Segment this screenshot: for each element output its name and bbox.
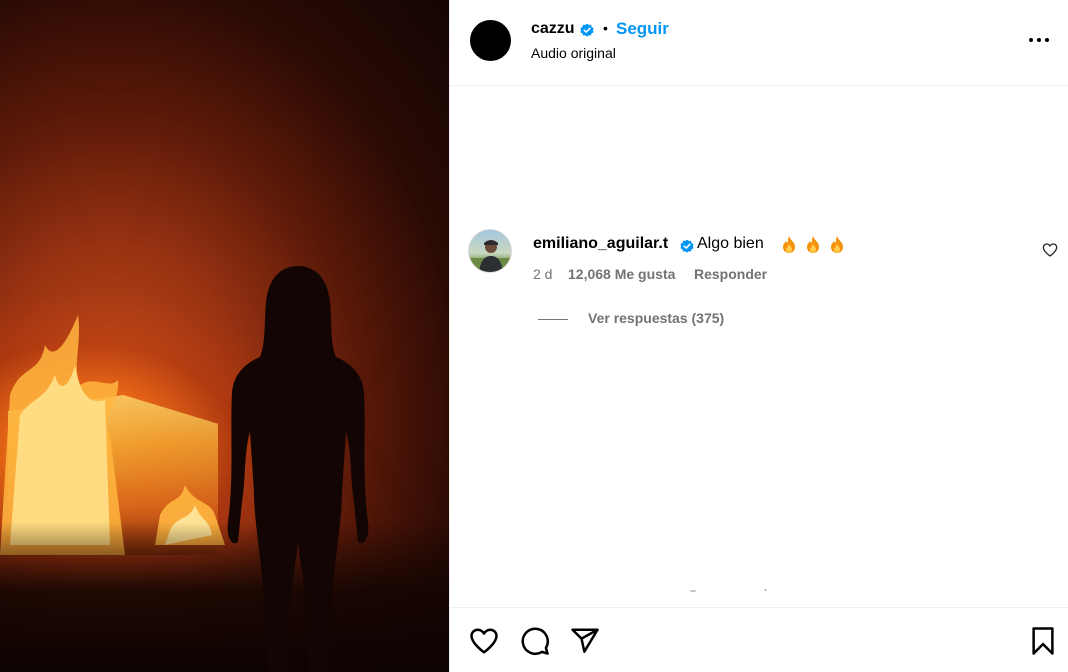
author-avatar[interactable] — [470, 20, 511, 61]
comment-icon[interactable] — [520, 626, 550, 656]
commenter-username[interactable]: emiliano_aguilar.t — [533, 235, 668, 253]
verified-badge-icon — [680, 239, 694, 253]
commenter-avatar[interactable] — [468, 229, 512, 273]
post-header: cazzu • Seguir Audio original — [450, 0, 1068, 86]
fire-emoji-icon — [831, 236, 843, 253]
woman-silhouette — [227, 266, 369, 672]
separator-dot: • — [603, 20, 608, 36]
reply-button[interactable]: Responder — [694, 266, 767, 282]
follow-button[interactable]: Seguir — [616, 19, 669, 39]
heart-icon[interactable] — [469, 626, 499, 656]
commenter-photo — [469, 240, 511, 272]
comment-like-heart-icon[interactable] — [1042, 242, 1058, 258]
comment-time[interactable]: 2 d — [533, 266, 552, 282]
comment-item: emiliano_aguilar.t Algo bien 2 d 12,068 … — [468, 229, 1058, 289]
loading-indicator — [690, 589, 767, 592]
audio-label[interactable]: Audio original — [531, 45, 616, 61]
view-replies-label: Ver respuestas (375) — [588, 310, 725, 326]
bookmark-icon[interactable] — [1028, 626, 1058, 656]
share-icon[interactable] — [570, 626, 600, 656]
fire-emoji-icon — [807, 236, 819, 253]
fire-emoji-icon — [783, 236, 795, 253]
post-actions-bar — [450, 607, 1068, 672]
replies-divider — [538, 319, 568, 320]
comment-text: Algo bien — [697, 235, 764, 252]
author-username[interactable]: cazzu — [531, 20, 575, 38]
post-viewer: cazzu • Seguir Audio original emiliano_a… — [0, 0, 1068, 672]
post-media[interactable] — [0, 0, 449, 672]
comment-likes[interactable]: 12,068 Me gusta — [568, 266, 675, 282]
verified-badge-icon — [580, 23, 594, 37]
post-details-panel: cazzu • Seguir Audio original emiliano_a… — [449, 0, 1068, 672]
more-options-icon[interactable] — [1028, 28, 1050, 52]
